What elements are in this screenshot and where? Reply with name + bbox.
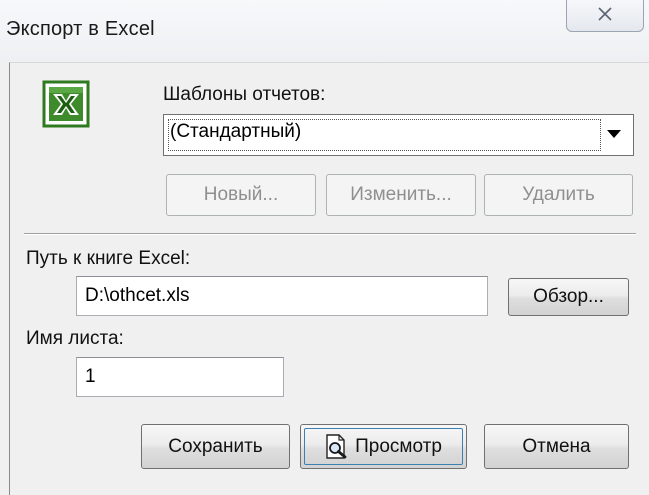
edit-template-label: Изменить...: [350, 184, 452, 205]
path-label: Путь к книге Excel:: [26, 248, 191, 269]
title-bar: Экспорт в Excel: [0, 0, 649, 62]
browse-label: Обзор...: [533, 286, 604, 307]
close-button[interactable]: [566, 0, 644, 32]
close-icon: [598, 7, 612, 21]
sheet-name-label: Имя листа:: [26, 328, 124, 349]
window-title: Экспорт в Excel: [6, 18, 155, 40]
chevron-down-icon[interactable]: [607, 130, 621, 138]
edit-template-button[interactable]: Изменить...: [326, 174, 476, 216]
cancel-label: Отмена: [522, 435, 591, 457]
path-input[interactable]: D:\othcet.xls: [76, 276, 488, 316]
templates-selected-value: (Стандартный): [170, 121, 302, 142]
templates-label: Шаблоны отчетов:: [163, 84, 326, 105]
delete-template-label: Удалить: [522, 184, 595, 205]
save-button[interactable]: Сохранить: [141, 424, 290, 469]
sheet-name-input[interactable]: 1: [76, 357, 284, 397]
browse-button[interactable]: Обзор...: [508, 278, 629, 316]
export-dialog: Экспорт в Excel Шаблоны отчетов: (Станда…: [0, 0, 649, 495]
path-value: D:\othcet.xls: [85, 285, 190, 306]
preview-label: Просмотр: [355, 435, 442, 457]
delete-template-button[interactable]: Удалить: [484, 174, 633, 216]
sheet-name-value: 1: [85, 366, 96, 387]
preview-button[interactable]: Просмотр: [300, 424, 467, 469]
cancel-button[interactable]: Отмена: [484, 424, 629, 469]
new-template-label: Новый...: [203, 184, 279, 205]
excel-icon: [42, 80, 90, 128]
new-template-button[interactable]: Новый...: [166, 174, 316, 216]
save-label: Сохранить: [168, 435, 263, 457]
section-divider: [24, 233, 636, 235]
templates-dropdown[interactable]: (Стандартный): [163, 114, 634, 156]
magnifier-page-icon: [326, 433, 347, 459]
